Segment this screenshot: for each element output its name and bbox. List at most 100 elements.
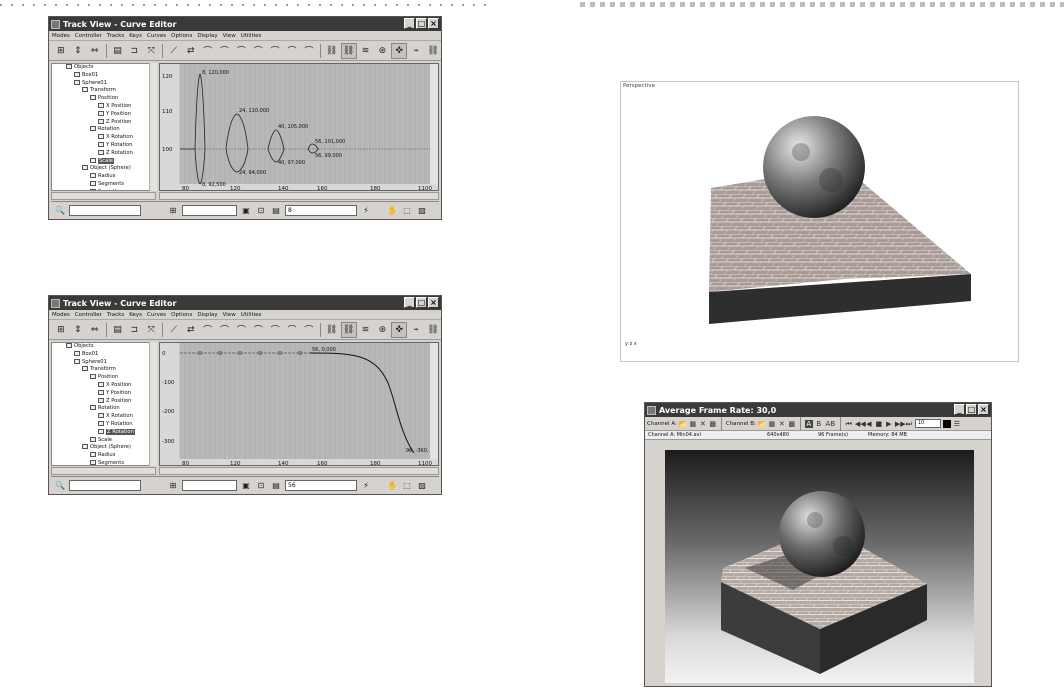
tree-item[interactable]: Z Rotation bbox=[52, 149, 155, 158]
maximize-button[interactable]: □ bbox=[416, 18, 427, 29]
zoom-icon[interactable]: 🔍 bbox=[54, 205, 66, 217]
toolbar-tool-icon[interactable]: ⊐ bbox=[126, 322, 142, 338]
filter-field[interactable] bbox=[69, 480, 141, 491]
tree-hscrollbar[interactable] bbox=[51, 192, 156, 200]
menu-controller[interactable]: Controller bbox=[75, 310, 102, 319]
channel-b-toggle[interactable]: B bbox=[815, 420, 823, 428]
menu-tracks[interactable]: Tracks bbox=[107, 310, 124, 319]
grid-icon[interactable]: ▩ bbox=[788, 420, 796, 428]
tree-item[interactable]: Rotation bbox=[52, 405, 155, 413]
key-stats-dropdown[interactable] bbox=[182, 480, 237, 491]
grid-icon[interactable]: ▩ bbox=[709, 420, 717, 428]
tree-item[interactable]: Segments bbox=[52, 459, 155, 465]
menu-display[interactable]: Display bbox=[197, 310, 217, 319]
tree-item[interactable]: Y Position bbox=[52, 110, 155, 119]
toolbar-tool-icon[interactable]: ⌒ bbox=[217, 322, 233, 338]
menu-options[interactable]: Options bbox=[171, 310, 192, 319]
toolbar-tool-icon[interactable]: ⌒ bbox=[250, 43, 266, 59]
toolbar-tool-icon[interactable]: ⊞ bbox=[53, 43, 69, 59]
show-keys-icon[interactable]: ⊞ bbox=[167, 205, 179, 217]
menu-modes[interactable]: Modes bbox=[52, 310, 70, 319]
title-bar[interactable]: Track View - Curve Editor _ □ × bbox=[49, 296, 441, 310]
menu-view[interactable]: View bbox=[223, 310, 236, 319]
prev-frame-icon[interactable]: ◀ bbox=[865, 420, 873, 428]
tree-scrollbar[interactable] bbox=[149, 63, 157, 191]
toolbar-tool-icon[interactable]: ⌒ bbox=[301, 322, 317, 338]
toolbar-tool-icon[interactable]: ✜ bbox=[391, 42, 408, 59]
toolbar-tool-icon[interactable]: ⌒ bbox=[233, 322, 249, 338]
open-icon[interactable]: 📂 bbox=[679, 420, 688, 428]
close-channel-icon[interactable]: ✕ bbox=[699, 420, 707, 428]
toolbar-tool-icon[interactable]: ⌒ bbox=[284, 43, 300, 59]
tree-item[interactable]: Scale bbox=[52, 436, 155, 445]
stop-icon[interactable]: ■ bbox=[875, 420, 883, 428]
tree-item[interactable]: Scale bbox=[52, 157, 155, 166]
zoom-region-icon[interactable]: ⊡ bbox=[255, 205, 267, 217]
menu-curves[interactable]: Curves bbox=[147, 31, 166, 40]
next-key-icon[interactable]: ▶▶ bbox=[895, 420, 906, 428]
tree-item[interactable]: Sphere01 bbox=[52, 358, 155, 367]
graph-hscrollbar[interactable] bbox=[159, 467, 439, 475]
toolbar-tool-icon[interactable]: ⌁ bbox=[408, 322, 424, 338]
toolbar-tool-icon[interactable]: ⇕ bbox=[70, 322, 86, 338]
curve-graph[interactable]: 120 110 100 80 120 140 160 180 1100 8, 120,000 24,… bbox=[159, 63, 439, 191]
tree-item[interactable]: Y Position bbox=[52, 389, 155, 398]
tree-item[interactable]: Object (Sphere) bbox=[52, 444, 155, 452]
menu-controller[interactable]: Controller bbox=[75, 31, 102, 40]
zoom-icon[interactable]: 🔍 bbox=[54, 480, 66, 492]
toolbar-tool-icon[interactable]: ⛓ bbox=[425, 43, 441, 59]
curve-graph[interactable]: 0 -100 -200 -300 80 120 140 160 180 1100 56, 0,000… bbox=[159, 342, 439, 466]
toolbar-tool-icon[interactable]: ⛓ bbox=[340, 321, 357, 338]
toolbar-tool-icon[interactable]: ⊐ bbox=[126, 43, 142, 59]
show-keys-icon[interactable]: ⊞ bbox=[167, 480, 179, 492]
set-key-icon[interactable]: ⚡ bbox=[360, 205, 372, 217]
tree-item[interactable]: X Rotation bbox=[52, 413, 155, 421]
pan-region-icon[interactable]: ▣ bbox=[240, 480, 252, 492]
tree-item[interactable]: X Position bbox=[52, 102, 155, 111]
tree-item[interactable]: X Position bbox=[52, 381, 155, 390]
zoom-horizontal-icon[interactable]: ⬚ bbox=[401, 205, 413, 217]
menu-view[interactable]: View bbox=[223, 31, 236, 40]
frame-icon[interactable]: ▤ bbox=[270, 480, 282, 492]
toolbar-tool-icon[interactable]: ▤ bbox=[110, 43, 126, 59]
toolbar-tool-icon[interactable]: ⊛ bbox=[374, 43, 390, 59]
close-button[interactable]: × bbox=[978, 404, 989, 415]
frame-field[interactable]: 8 bbox=[285, 205, 357, 216]
toolbar-tool-icon[interactable]: ⌁ bbox=[408, 43, 424, 59]
tree-item[interactable]: Transform bbox=[52, 366, 155, 374]
options-icon[interactable]: ☰ bbox=[953, 420, 961, 428]
close-button[interactable]: × bbox=[428, 18, 439, 29]
toolbar-tool-icon[interactable]: ⌒ bbox=[267, 43, 283, 59]
tree-item[interactable]: X Rotation bbox=[52, 134, 155, 142]
key-stats-dropdown[interactable] bbox=[182, 205, 237, 216]
zoom-extents-icon[interactable]: ▨ bbox=[416, 480, 428, 492]
toolbar-tool-icon[interactable]: ⇄ bbox=[183, 43, 199, 59]
toolbar-tool-icon[interactable]: ⛓ bbox=[324, 43, 340, 59]
play-icon[interactable]: ▶ bbox=[885, 420, 893, 428]
controller-tree[interactable]: Objects Box01 Sphere01 Transform Position X P… bbox=[51, 342, 156, 466]
pan-hand-icon[interactable]: ✋ bbox=[386, 205, 398, 217]
save-icon[interactable]: ▦ bbox=[689, 420, 697, 428]
tree-item[interactable]: Y Rotation bbox=[52, 420, 155, 429]
filter-field[interactable] bbox=[69, 205, 141, 216]
menu-utilities[interactable]: Utilities bbox=[241, 310, 262, 319]
channel-a-toggle[interactable]: A bbox=[804, 419, 813, 428]
pan-hand-icon[interactable]: ✋ bbox=[386, 480, 398, 492]
menu-options[interactable]: Options bbox=[171, 31, 192, 40]
zoom-dropdown[interactable]: 10 bbox=[914, 419, 941, 428]
perspective-viewport[interactable]: Perspective y z x bbox=[620, 81, 1019, 362]
menu-utilities[interactable]: Utilities bbox=[241, 31, 262, 40]
tree-scrollbar[interactable] bbox=[149, 342, 157, 466]
open-icon[interactable]: 📂 bbox=[758, 420, 767, 428]
toolbar-tool-icon[interactable]: ⛓ bbox=[340, 42, 357, 59]
minimize-button[interactable]: _ bbox=[404, 297, 415, 308]
minimize-button[interactable]: _ bbox=[954, 404, 965, 415]
prev-key-icon[interactable]: ◀◀ bbox=[855, 420, 866, 428]
toolbar-tool-icon[interactable]: ⤧ bbox=[143, 43, 159, 59]
tree-item[interactable]: Smooth bbox=[52, 188, 155, 190]
toolbar-tool-icon[interactable]: ⤧ bbox=[143, 322, 159, 338]
tree-item[interactable]: Box01 bbox=[52, 350, 155, 359]
menu-curves[interactable]: Curves bbox=[147, 310, 166, 319]
toolbar-tool-icon[interactable]: ⛓ bbox=[425, 322, 441, 338]
save-icon[interactable]: ▦ bbox=[768, 420, 776, 428]
